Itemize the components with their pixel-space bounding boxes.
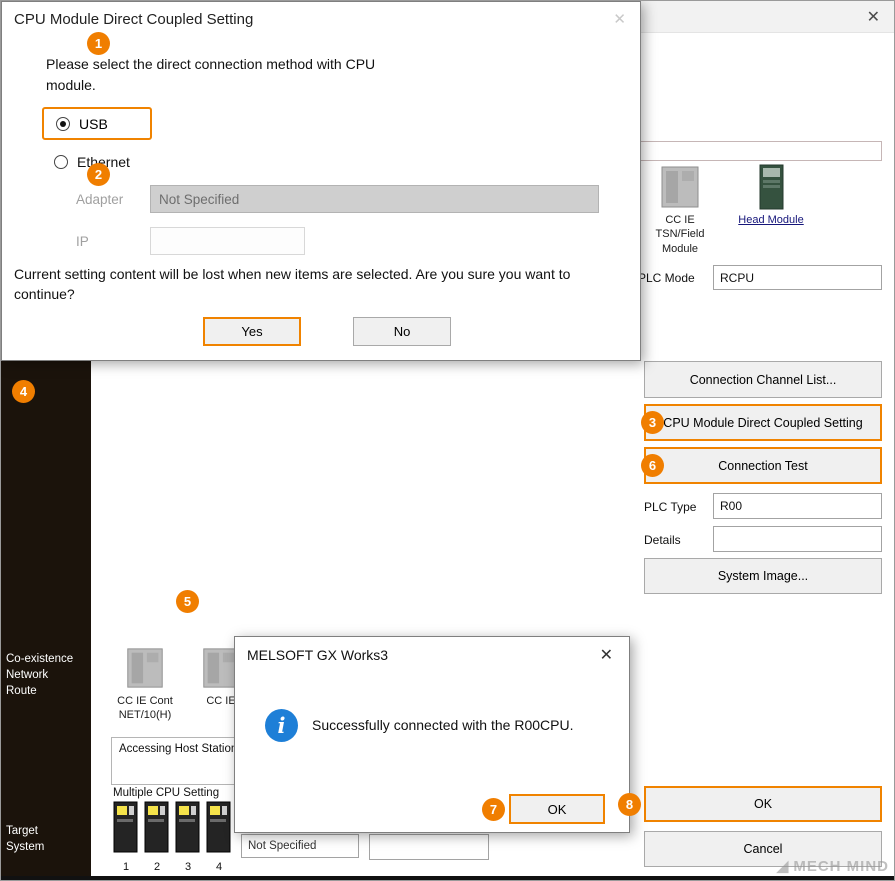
details-label: Details: [644, 533, 681, 547]
cpu-slot-number: 1: [113, 861, 139, 873]
cpu-dialog-close-icon: ✕: [613, 10, 626, 28]
plcif-head-module[interactable]: Head Module: [723, 164, 819, 227]
cpu-dialog-message: Please select the direct connection meth…: [46, 54, 606, 96]
cpu-slot-2[interactable]: 2: [144, 801, 170, 873]
cpu-slot-icon: [175, 801, 201, 853]
plc-type-label: PLC Type: [644, 500, 696, 514]
cpu-module-direct-coupled-setting-button[interactable]: CPU Module Direct Coupled Setting: [644, 404, 882, 441]
msgbox-close-icon[interactable]: ✕: [600, 645, 613, 665]
yes-button[interactable]: Yes: [203, 317, 301, 346]
coexistence-item-label: CC IE Cont NET/10(H): [117, 694, 173, 723]
watermark-text: MECH MIND: [793, 858, 889, 875]
connection-test-button[interactable]: Connection Test: [644, 447, 882, 484]
ip-label: IP: [76, 234, 89, 249]
app-window: Specify Connection Destination Connectio…: [0, 0, 895, 881]
step-badge-3: 3: [641, 411, 664, 434]
step-badge-5: 5: [176, 590, 199, 613]
usb-radio-option[interactable]: USB: [42, 107, 152, 140]
step-badge-6: 6: [641, 454, 664, 477]
cpu-slot-number: 4: [206, 861, 232, 873]
plc-mode-label: PLC Mode: [638, 271, 695, 285]
details-field: [713, 526, 882, 552]
cpu-slot-3[interactable]: 3: [175, 801, 201, 873]
sidebar-label-target-system: Target System: [6, 823, 44, 855]
window-bottom-edge: [1, 876, 895, 880]
step-badge-8: 8: [618, 793, 641, 816]
plc-type-field: R00: [713, 493, 882, 519]
ip-field: [150, 227, 305, 255]
sidebar-label-coexistence: Co-existence Network Route: [6, 651, 73, 699]
multiple-cpu-setting-label: Multiple CPU Setting: [113, 787, 219, 799]
target-system-field[interactable]: Not Specified: [241, 834, 359, 858]
cc-ie-cont-coexistence-icon: [117, 645, 173, 691]
system-image-button[interactable]: System Image...: [644, 558, 882, 594]
melsoft-message-box: MELSOFT GX Works3 ✕ i Successfully conne…: [234, 636, 630, 833]
ethernet-radio-icon[interactable]: [54, 155, 68, 169]
info-icon: i: [265, 709, 298, 742]
coexistence-cc-ie-cont-item[interactable]: CC IE Cont NET/10(H): [117, 645, 173, 723]
cpu-slot-1[interactable]: 1: [113, 801, 139, 873]
cpu-dialog-warning: Current setting content will be lost whe…: [14, 264, 634, 305]
step-badge-1: 1: [87, 32, 110, 55]
usb-radio-icon[interactable]: [56, 117, 70, 131]
cpu-slot-icon: [144, 801, 170, 853]
cpu-slot-icon: [206, 801, 232, 853]
window-close-icon[interactable]: ✕: [867, 7, 880, 27]
step-badge-4: 4: [12, 380, 35, 403]
head-module-icon: [723, 164, 819, 210]
cpu-slot-number: 3: [175, 861, 201, 873]
adapter-label: Adapter: [76, 192, 123, 207]
msgbox-ok-button[interactable]: OK: [509, 794, 605, 824]
mechmind-logo-icon: ◢: [777, 857, 790, 875]
connection-channel-list-button[interactable]: Connection Channel List...: [644, 361, 882, 398]
usb-radio-label: USB: [79, 116, 108, 132]
cpu-slot-4[interactable]: 4: [206, 801, 232, 873]
plc-mode-field[interactable]: RCPU: [713, 265, 882, 290]
cpu-dialog-title: CPU Module Direct Coupled Setting: [14, 11, 253, 28]
step-badge-7: 7: [482, 798, 505, 821]
cpu-slot-number: 2: [144, 861, 170, 873]
accessing-host-station-label: Accessing Host Station: [119, 743, 237, 755]
ok-button[interactable]: OK: [644, 786, 882, 822]
step-badge-2: 2: [87, 163, 110, 186]
plcif-label: Head Module: [723, 213, 819, 227]
msgbox-title: MELSOFT GX Works3: [247, 647, 388, 663]
bottom-empty-field[interactable]: [369, 834, 489, 860]
watermark: ◢ MECH MIND: [777, 857, 889, 875]
cc-ie-tsn-field-module-icon: [634, 164, 726, 210]
no-button[interactable]: No: [353, 317, 451, 346]
cpu-slot-icon: [113, 801, 139, 853]
plcif-cc-ie-tsn-field-module[interactable]: CC IE TSN/Field Module: [634, 164, 726, 256]
plcif-label: CC IE TSN/Field Module: [634, 213, 726, 256]
adapter-dropdown: Not Specified: [150, 185, 599, 213]
msgbox-text: Successfully connected with the R00CPU.: [312, 717, 573, 733]
